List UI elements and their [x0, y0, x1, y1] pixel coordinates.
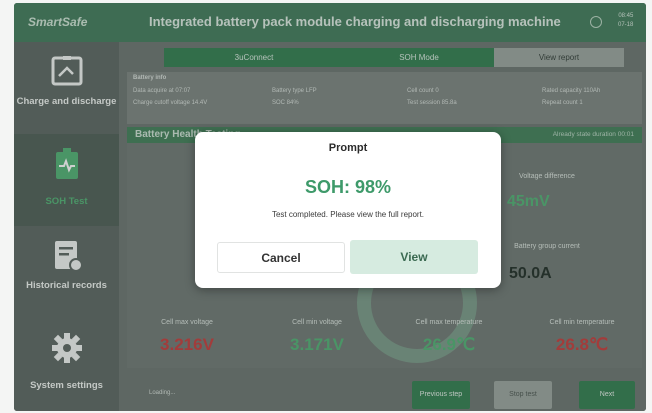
dialog-message: Test completed. Please view the full rep…: [271, 210, 425, 219]
prompt-dialog: Prompt SOH: 98% Test completed. Please v…: [195, 132, 501, 288]
cancel-button[interactable]: Cancel: [217, 242, 345, 273]
soh-result: SOH: 98%: [304, 177, 392, 197]
dialog-title: Prompt: [328, 142, 368, 154]
view-button[interactable]: View: [350, 240, 478, 274]
